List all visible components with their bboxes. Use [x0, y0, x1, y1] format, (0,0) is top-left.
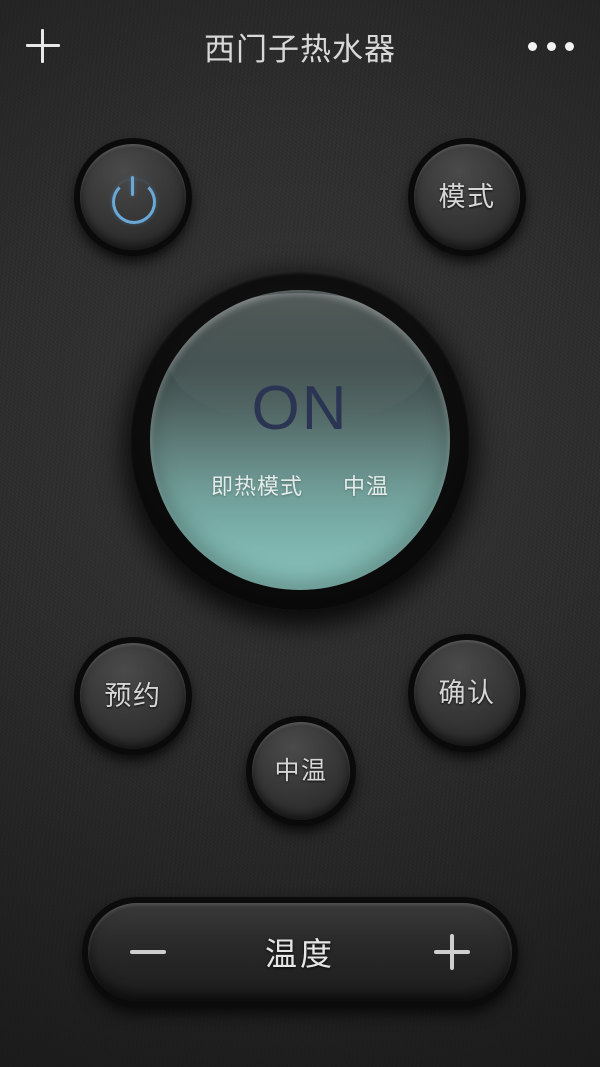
temperature-control-bar[interactable]: 温度	[88, 903, 512, 1001]
more-dot	[565, 41, 574, 51]
mode-button-label: 模式	[438, 181, 496, 212]
page-title: 西门子热水器	[204, 31, 396, 67]
plus-icon[interactable]	[433, 934, 470, 970]
mode-button[interactable]: 模式	[414, 144, 520, 250]
power-icon-bar	[130, 176, 134, 196]
top-bar: 西门子热水器	[0, 0, 600, 92]
schedule-button-label: 预约	[104, 680, 162, 711]
more-options-icon[interactable]	[528, 40, 574, 52]
confirm-button[interactable]: 确认	[414, 640, 520, 746]
power-state-text: ON	[251, 374, 349, 443]
power-icon-ring	[112, 180, 156, 224]
dial-content: ON 即热模式 中温	[150, 290, 450, 590]
confirm-button-label: 确认	[438, 677, 496, 708]
power-icon	[112, 176, 156, 224]
more-dot	[528, 41, 537, 51]
current-mode-text: 即热模式	[210, 474, 303, 499]
temp-level-button-label: 中温	[274, 756, 328, 785]
dial-face: ON 即热模式 中温	[150, 290, 450, 590]
status-dial[interactable]: ON 即热模式 中温	[130, 270, 470, 610]
minus-icon[interactable]	[130, 934, 166, 970]
plus-icon[interactable]	[26, 29, 60, 63]
power-button[interactable]	[80, 144, 186, 250]
dial-subtext-row: 即热模式 中温	[211, 469, 389, 501]
temperature-label: 温度	[264, 936, 335, 972]
temp-level-button[interactable]: 中温	[252, 722, 350, 820]
current-temp-text: 中温	[343, 474, 390, 499]
more-dot	[546, 41, 556, 51]
schedule-button[interactable]: 预约	[80, 643, 186, 749]
remote-control-screen: 西门子热水器 模式 ON 即热模式 中温 预约 确认 中温 温度	[0, 0, 600, 1067]
